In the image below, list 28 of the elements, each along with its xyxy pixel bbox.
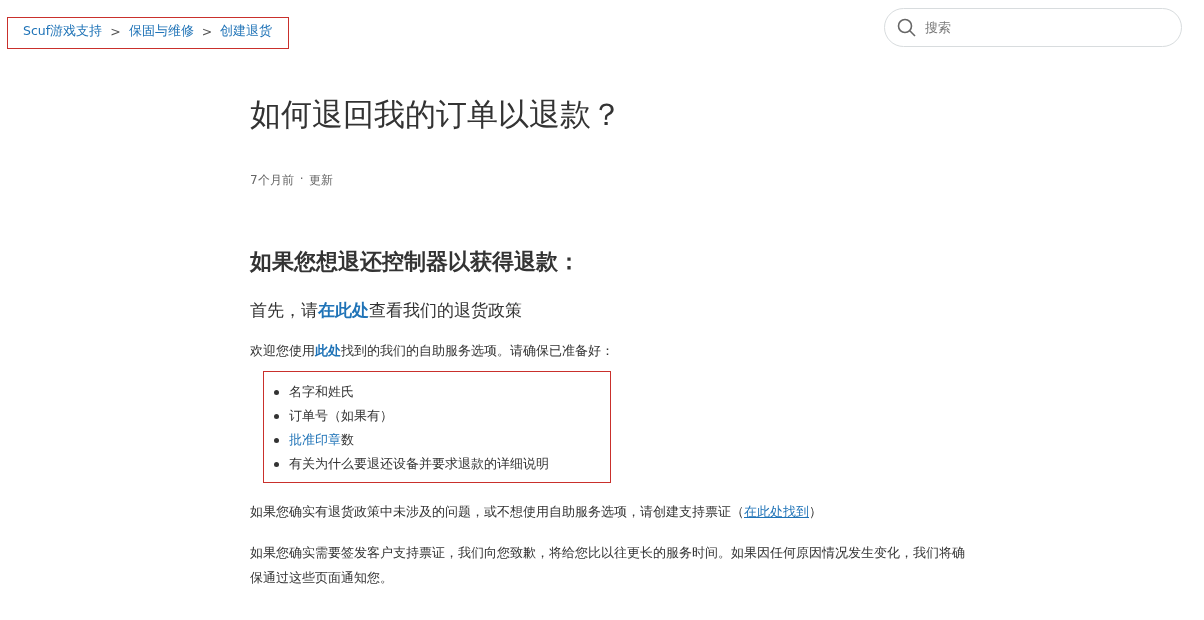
list-item: 订单号（如果有） [289,407,393,425]
search-icon [897,18,917,38]
bullet-icon [274,461,279,467]
list-item: 名字和姓氏 [289,383,354,401]
intro-paragraph: 欢迎您使用此处找到的我们的自助服务选项。请确保已准备好： [250,342,615,360]
section-subheading: 首先，请在此处查看我们的退货政策 [250,299,523,322]
breadcrumb-link[interactable]: Scuf游戏支持 [23,23,103,40]
bullet-icon [274,389,279,395]
meta-separator: · [299,172,304,188]
bullet-icon [274,437,279,443]
body-paragraph: 如果您确实有退货政策中未涉及的问题，或不想使用自助服务选项，请创建支持票证（在此处找到） [250,503,823,521]
article-age: 7个月前 [250,172,294,189]
breadcrumb-separator: > [201,24,213,39]
search-field[interactable]: 搜索 [884,8,1182,47]
breadcrumb-link[interactable]: 保固与维修 [128,23,194,40]
stamp-link[interactable]: 批准印章 [289,432,341,447]
policy-link[interactable]: 在此处 [318,300,369,320]
breadcrumb-separator: > [110,24,121,39]
self-service-link[interactable]: 此处 [315,343,341,358]
list-item: 有关为什么要退还设备并要求退款的详细说明 [289,455,549,473]
article-title: 如何退回我的订单以退款？ [250,95,623,134]
list-item: 批准印章数 [289,431,354,449]
article-updated: 更新 [309,172,334,189]
section-heading: 如果您想退还控制器以获得退款： [250,248,581,276]
body-paragraph: 如果您确实需要签发客户支持票证，我们向您致歉，将给您比以往更长的服务时间。如果因任何原因情况发生变化，我们将确保通过这些页面通知您。 [250,544,965,587]
bullet-icon [274,413,279,419]
breadcrumb-link[interactable]: 创建退货 [220,23,273,40]
ticket-link[interactable]: 在此处找到 [744,504,809,519]
